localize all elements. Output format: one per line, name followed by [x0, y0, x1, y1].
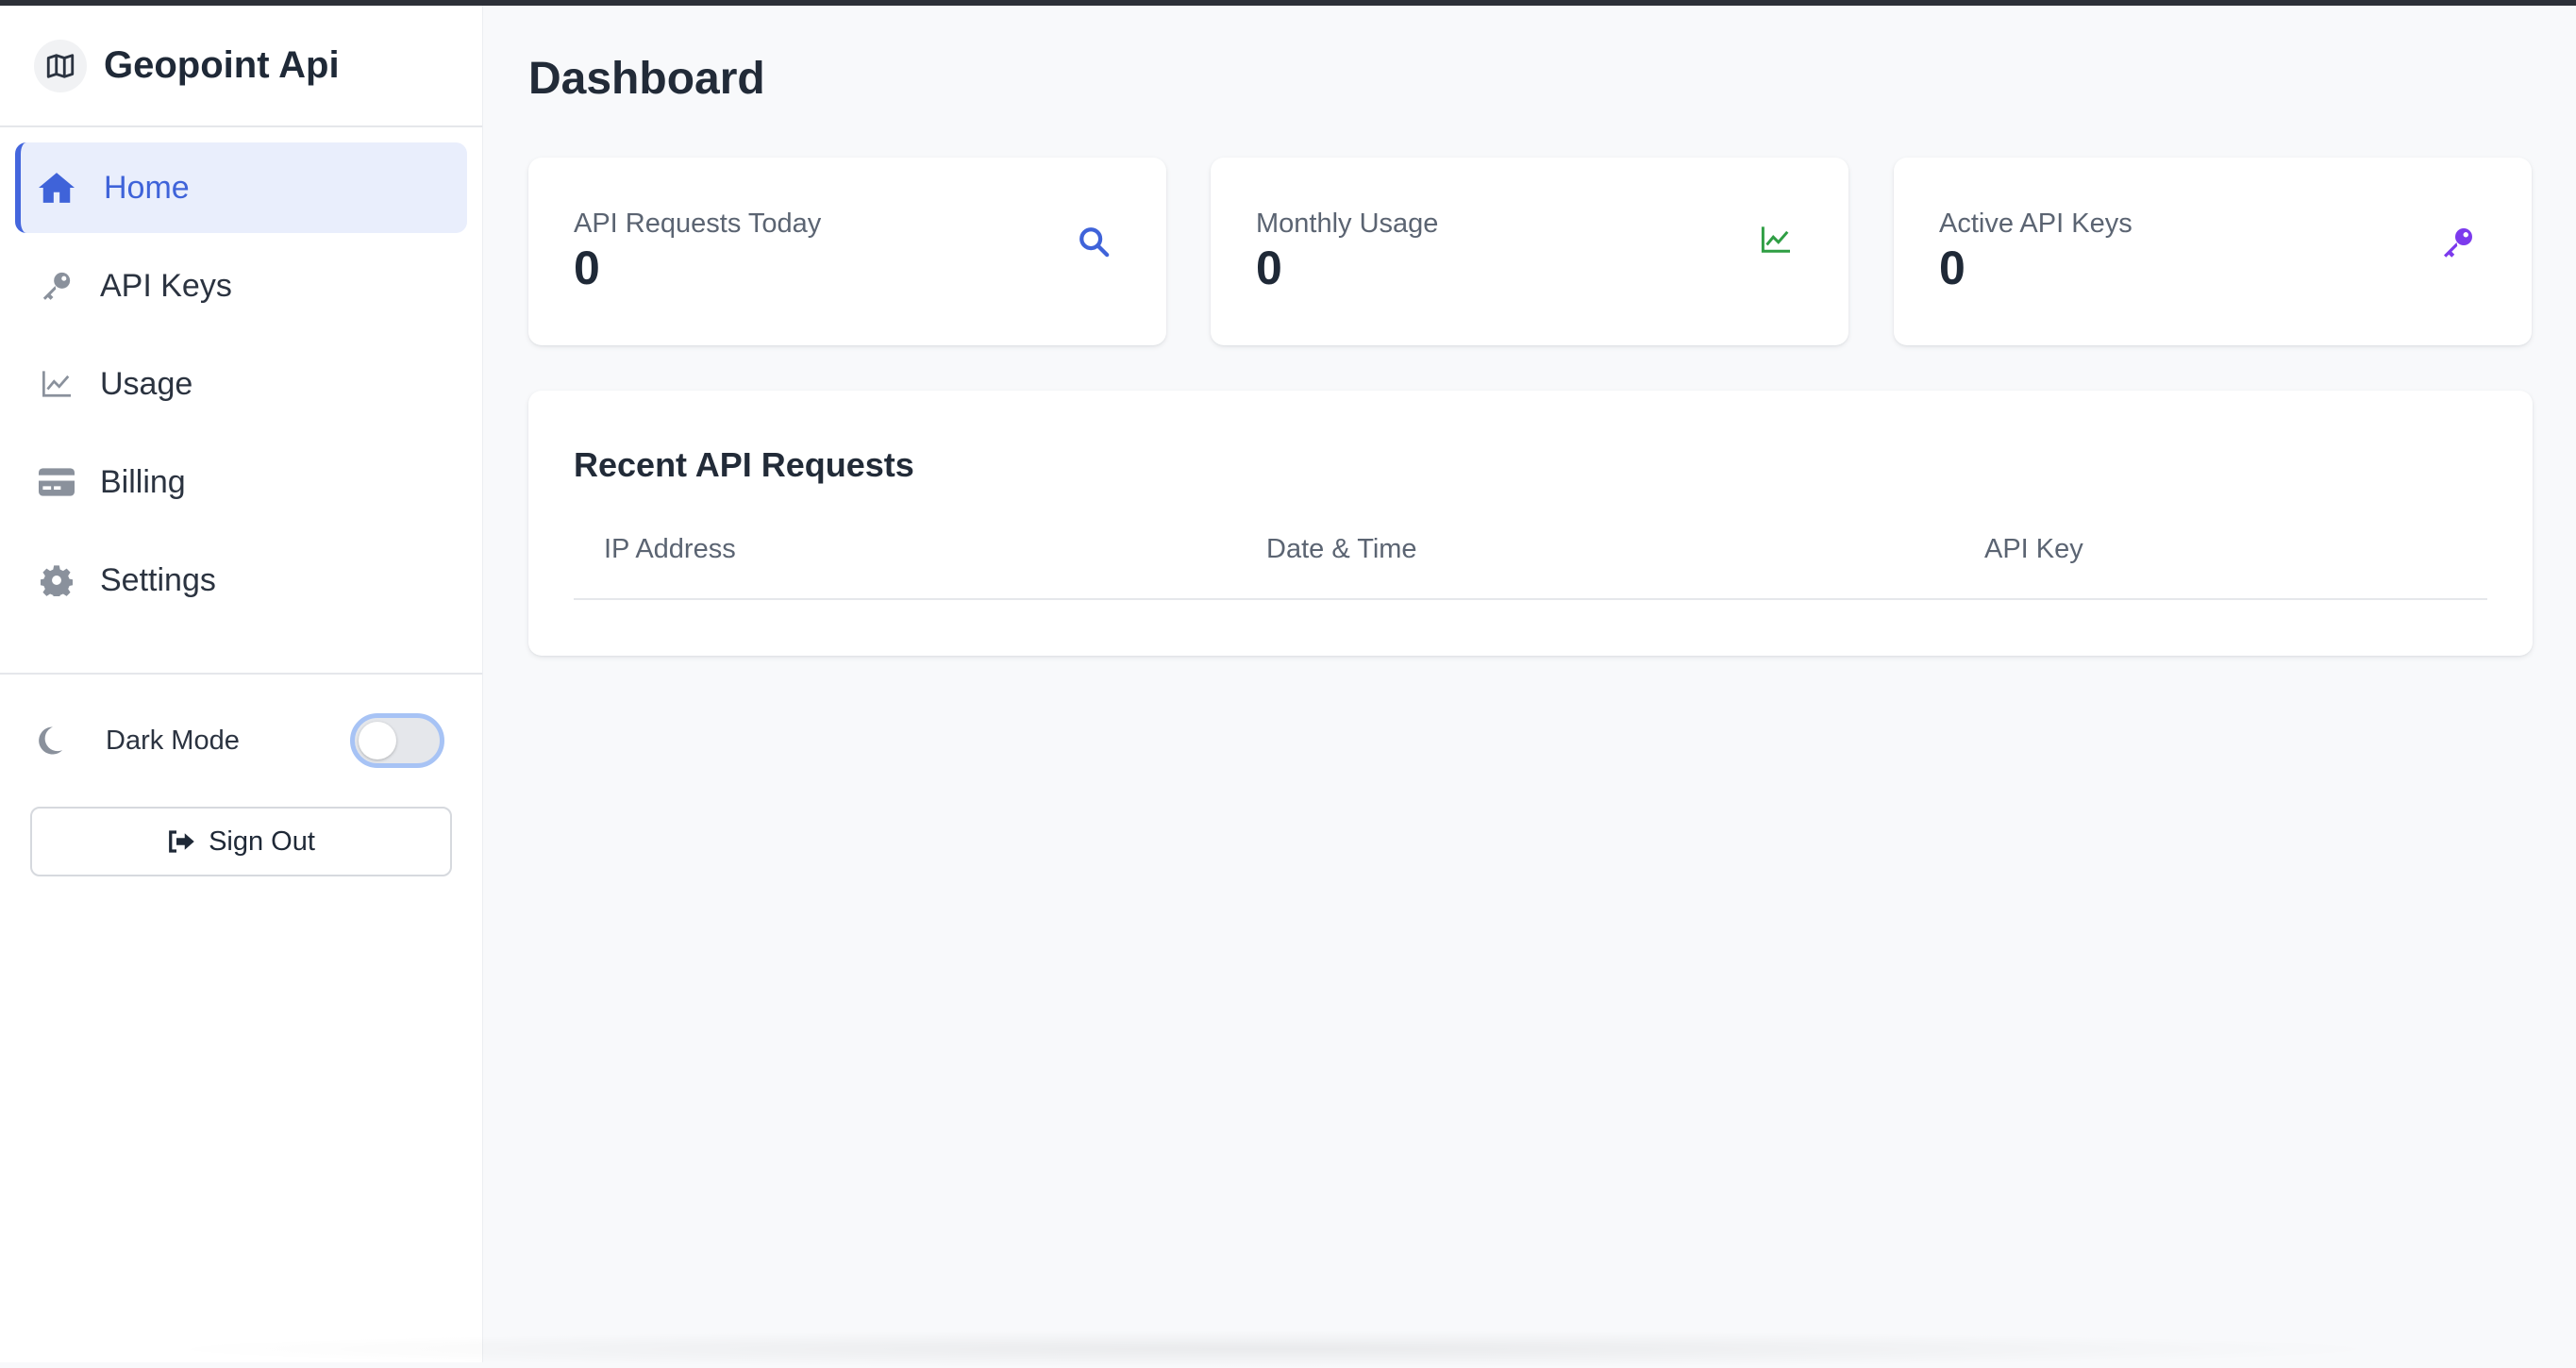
sidebar-item-api-keys[interactable]: API Keys — [15, 241, 467, 331]
dark-mode-label: Dark Mode — [106, 725, 240, 756]
column-header-api-key: API Key — [1984, 534, 2083, 564]
sidebar-item-label: Home — [104, 169, 190, 206]
stat-value: 0 — [1256, 242, 1282, 294]
stat-card-api-requests-today: API Requests Today 0 — [528, 158, 1166, 345]
sidebar-item-label: Settings — [100, 561, 216, 598]
stat-label: Monthly Usage — [1256, 209, 1439, 239]
sidebar-item-label: Billing — [100, 463, 186, 500]
brand[interactable]: Geopoint Api — [0, 6, 482, 127]
key-icon — [36, 270, 77, 302]
chart-line-icon — [1760, 225, 1792, 259]
recent-api-requests-card: Recent API Requests IP Address Date & Ti… — [528, 391, 2533, 656]
stat-value: 0 — [574, 242, 600, 294]
app-title: Geopoint Api — [104, 44, 340, 86]
gear-icon — [36, 564, 77, 596]
recent-api-requests-title: Recent API Requests — [574, 445, 914, 484]
page-title: Dashboard — [528, 54, 765, 104]
dark-mode-row: Dark Mode — [0, 675, 482, 807]
sidebar-item-home[interactable]: Home — [15, 142, 467, 233]
toggle-knob — [359, 722, 396, 759]
sidebar-nav: Home API Keys Usage Billing Settings — [0, 127, 482, 626]
stat-label: API Requests Today — [574, 209, 822, 239]
sidebar: Geopoint Api Home API Keys Usage Billing — [0, 6, 483, 1362]
stat-card-monthly-usage: Monthly Usage 0 — [1211, 158, 1848, 345]
home-icon — [36, 171, 77, 205]
column-header-ip-address: IP Address — [604, 534, 736, 564]
dark-mode-toggle[interactable] — [350, 713, 444, 768]
sidebar-item-billing[interactable]: Billing — [15, 437, 467, 527]
bottom-shadow — [142, 1330, 2406, 1368]
chart-line-icon — [36, 370, 77, 398]
sign-out-label: Sign Out — [209, 826, 315, 857]
sidebar-item-settings[interactable]: Settings — [15, 535, 467, 626]
sign-out-icon — [167, 829, 195, 854]
search-icon — [1078, 225, 1110, 262]
key-icon — [2441, 225, 2475, 264]
column-header-date-time: Date & Time — [1266, 534, 1417, 564]
moon-icon — [36, 726, 70, 756]
map-icon — [34, 39, 87, 92]
table-header: IP Address Date & Time API Key — [574, 534, 2487, 600]
sign-out-button[interactable]: Sign Out — [30, 807, 452, 876]
stat-value: 0 — [1939, 242, 1965, 294]
sidebar-item-label: Usage — [100, 365, 193, 402]
stat-card-active-api-keys: Active API Keys 0 — [1894, 158, 2532, 345]
sidebar-item-usage[interactable]: Usage — [15, 339, 467, 429]
sidebar-item-label: API Keys — [100, 267, 232, 304]
stat-label: Active API Keys — [1939, 209, 2133, 239]
main-content: Dashboard API Requests Today 0 Monthly U… — [483, 6, 2576, 1362]
credit-card-icon — [36, 468, 77, 496]
